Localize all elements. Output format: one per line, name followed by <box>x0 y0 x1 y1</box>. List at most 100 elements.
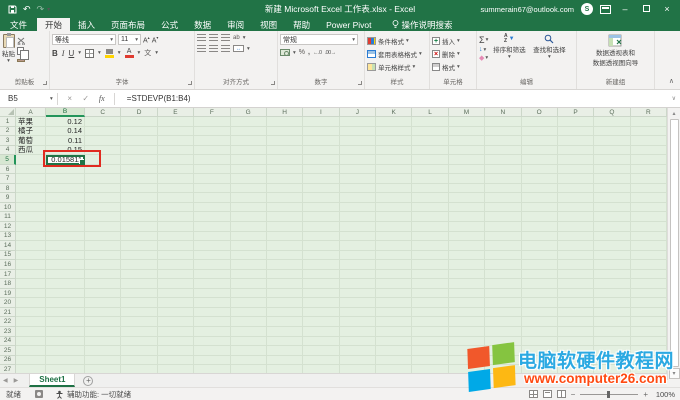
cell-G15[interactable] <box>231 251 267 261</box>
cell-F11[interactable] <box>194 212 230 222</box>
cell-H11[interactable] <box>267 212 303 222</box>
cell-D6[interactable] <box>121 165 157 175</box>
cell-R4[interactable] <box>631 146 667 156</box>
cell-B23[interactable] <box>46 327 85 337</box>
cell-E10[interactable] <box>158 203 194 213</box>
cell-B26[interactable] <box>46 356 85 366</box>
cell-C24[interactable] <box>85 337 121 347</box>
bold-button[interactable]: B <box>52 49 58 58</box>
collapse-ribbon-icon[interactable]: ∧ <box>669 77 680 89</box>
page-layout-view-icon[interactable] <box>543 390 552 398</box>
cell-L27[interactable] <box>412 365 448 373</box>
cell-P27[interactable] <box>558 365 594 373</box>
row-header-21[interactable]: 21 <box>0 308 16 318</box>
cell-P23[interactable] <box>558 327 594 337</box>
font-name-dropdown-icon[interactable]: ▾ <box>110 37 113 43</box>
cell-B19[interactable] <box>46 289 85 299</box>
cell-C19[interactable] <box>85 289 121 299</box>
cell-I5[interactable] <box>303 155 339 165</box>
cell-M13[interactable] <box>449 232 485 242</box>
ribbon-display-options-icon[interactable] <box>600 5 611 14</box>
cell-K21[interactable] <box>376 308 412 318</box>
cell-H5[interactable] <box>267 155 303 165</box>
account-email[interactable]: summerain67@outlook.com <box>481 5 575 14</box>
cell-G23[interactable] <box>231 327 267 337</box>
cell-A17[interactable] <box>16 270 46 280</box>
enter-icon[interactable]: ✓ <box>78 94 94 103</box>
cell-G27[interactable] <box>231 365 267 373</box>
column-header-D[interactable]: D <box>121 108 157 117</box>
cell-D3[interactable] <box>121 136 157 146</box>
cell-H20[interactable] <box>267 298 303 308</box>
cell-N7[interactable] <box>485 174 521 184</box>
cell-I14[interactable] <box>303 241 339 251</box>
cell-D11[interactable] <box>121 212 157 222</box>
cell-A27[interactable] <box>16 365 46 373</box>
cell-I11[interactable] <box>303 212 339 222</box>
cell-J18[interactable] <box>340 279 376 289</box>
cell-J19[interactable] <box>340 289 376 299</box>
cell-M8[interactable] <box>449 184 485 194</box>
column-header-J[interactable]: J <box>340 108 376 117</box>
cell-N16[interactable] <box>485 260 521 270</box>
cell-M15[interactable] <box>449 251 485 261</box>
cell-C14[interactable] <box>85 241 121 251</box>
cell-K13[interactable] <box>376 232 412 242</box>
cell-C7[interactable] <box>85 174 121 184</box>
fill-color-dropdown-icon[interactable]: ▾ <box>118 50 121 56</box>
cell-Q21[interactable] <box>594 308 630 318</box>
cell-C12[interactable] <box>85 222 121 232</box>
font-dialog-launcher-icon[interactable] <box>188 81 192 85</box>
cell-Q1[interactable] <box>594 117 630 127</box>
cell-L5[interactable] <box>412 155 448 165</box>
cell-G22[interactable] <box>231 317 267 327</box>
cell-H15[interactable] <box>267 251 303 261</box>
cell-M16[interactable] <box>449 260 485 270</box>
cell-I17[interactable] <box>303 270 339 280</box>
paste-button[interactable]: 粘贴 ▾ <box>2 34 15 64</box>
cell-R14[interactable] <box>631 241 667 251</box>
cell-P13[interactable] <box>558 232 594 242</box>
cell-O13[interactable] <box>522 232 558 242</box>
cell-P14[interactable] <box>558 241 594 251</box>
cell-L26[interactable] <box>412 356 448 366</box>
row-header-13[interactable]: 13 <box>0 232 16 242</box>
cell-K8[interactable] <box>376 184 412 194</box>
cell-I22[interactable] <box>303 317 339 327</box>
pivot-wizard-button[interactable]: 数据透视表和 数据透视图向导 <box>593 34 639 67</box>
align-left-icon[interactable] <box>197 45 206 52</box>
number-dialog-launcher-icon[interactable] <box>358 81 362 85</box>
cell-L3[interactable] <box>412 136 448 146</box>
row-header-14[interactable]: 14 <box>0 241 16 251</box>
cell-M10[interactable] <box>449 203 485 213</box>
cell-H17[interactable] <box>267 270 303 280</box>
cell-I10[interactable] <box>303 203 339 213</box>
cell-M26[interactable] <box>449 356 485 366</box>
row-header-15[interactable]: 15 <box>0 251 16 261</box>
cell-D18[interactable] <box>121 279 157 289</box>
column-header-O[interactable]: O <box>522 108 558 117</box>
cell-H23[interactable] <box>267 327 303 337</box>
tab-formulas[interactable]: 公式 <box>153 18 186 31</box>
cell-A23[interactable] <box>16 327 46 337</box>
cell-O27[interactable] <box>522 365 558 373</box>
cell-E11[interactable] <box>158 212 194 222</box>
cell-I7[interactable] <box>303 174 339 184</box>
autosum-dropdown-icon[interactable]: ▾ <box>486 37 489 43</box>
cell-Q15[interactable] <box>594 251 630 261</box>
cell-J14[interactable] <box>340 241 376 251</box>
cell-Q9[interactable] <box>594 193 630 203</box>
cell-F27[interactable] <box>194 365 230 373</box>
cell-L16[interactable] <box>412 260 448 270</box>
cell-E22[interactable] <box>158 317 194 327</box>
cell-L20[interactable] <box>412 298 448 308</box>
cell-F10[interactable] <box>194 203 230 213</box>
cell-N13[interactable] <box>485 232 521 242</box>
cell-F20[interactable] <box>194 298 230 308</box>
cell-D19[interactable] <box>121 289 157 299</box>
cell-R27[interactable] <box>631 365 667 373</box>
cell-H10[interactable] <box>267 203 303 213</box>
cell-K14[interactable] <box>376 241 412 251</box>
cell-G8[interactable] <box>231 184 267 194</box>
tab-insert[interactable]: 插入 <box>70 18 103 31</box>
